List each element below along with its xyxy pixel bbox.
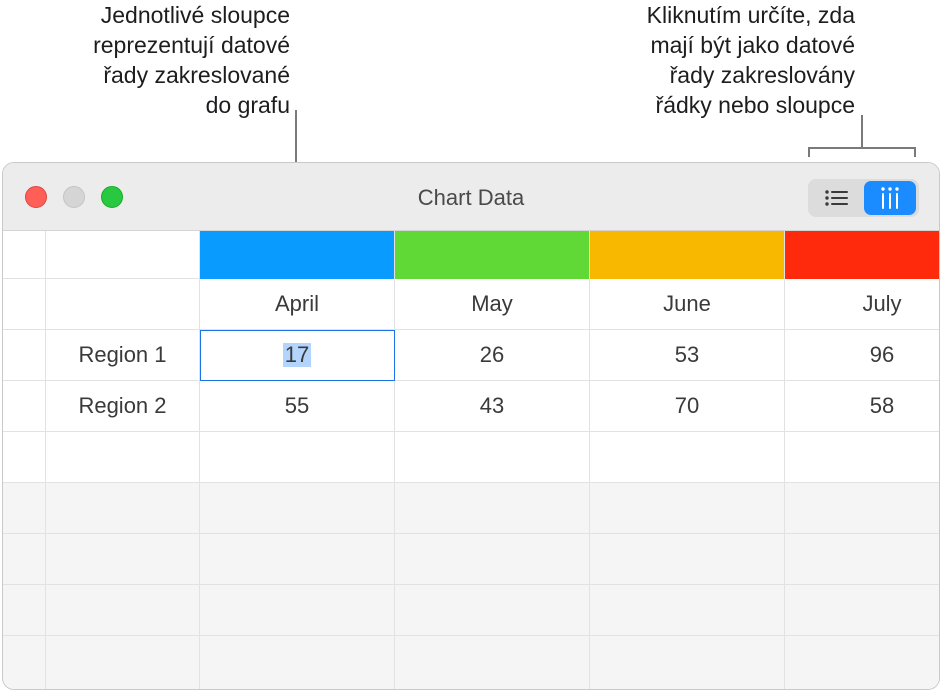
- callout-line: řady zakreslované: [103, 62, 290, 88]
- empty-cell: [46, 585, 200, 636]
- cell-value: 17: [282, 342, 312, 367]
- empty-cell: [785, 585, 939, 636]
- title-bar: Chart Data: [3, 163, 939, 231]
- columns-icon: [881, 187, 899, 209]
- empty-cell: [46, 534, 200, 585]
- empty-cell[interactable]: [46, 432, 200, 483]
- corner-cell: [46, 231, 200, 279]
- data-cell[interactable]: 26: [395, 330, 590, 381]
- gutter-cell: [3, 636, 46, 689]
- callout-series-columns: Jednotlivé sloupce reprezentují datové ř…: [93, 0, 290, 120]
- plot-rows-button[interactable]: [811, 181, 863, 215]
- empty-cell: [395, 534, 590, 585]
- empty-cell: [395, 585, 590, 636]
- gutter-cell: [3, 432, 46, 483]
- column-header[interactable]: July: [785, 279, 939, 330]
- empty-cell: [200, 483, 395, 534]
- window-title: Chart Data: [417, 185, 525, 210]
- empty-cell: [46, 636, 200, 689]
- row-header[interactable]: Region 1: [46, 330, 200, 381]
- empty-cell: [785, 483, 939, 534]
- empty-cell[interactable]: [395, 432, 590, 483]
- series-color-swatch[interactable]: [395, 231, 590, 279]
- empty-cell: [785, 534, 939, 585]
- callout-plot-toggle: Kliknutím určíte, zda mají být jako dato…: [647, 0, 855, 120]
- callout-line: Kliknutím určíte, zda: [646, 2, 855, 28]
- empty-cell[interactable]: [200, 432, 395, 483]
- plot-toggle: [808, 179, 919, 217]
- data-cell[interactable]: 58: [785, 381, 939, 432]
- empty-cell: [590, 585, 785, 636]
- callout-line: do grafu: [205, 92, 290, 118]
- empty-cell: [590, 483, 785, 534]
- callout-bracket-end: [808, 147, 810, 157]
- empty-cell: [785, 636, 939, 689]
- empty-cell[interactable]: [785, 432, 939, 483]
- data-cell[interactable]: 55: [200, 381, 395, 432]
- callout-line: řádky nebo sloupce: [655, 92, 855, 118]
- data-cell[interactable]: 43: [395, 381, 590, 432]
- empty-cell: [200, 534, 395, 585]
- data-cell[interactable]: 96: [785, 330, 939, 381]
- column-header[interactable]: April: [200, 279, 395, 330]
- gutter-cell: [3, 279, 46, 330]
- empty-cell: [395, 483, 590, 534]
- series-color-swatch[interactable]: [200, 231, 395, 279]
- empty-cell: [46, 483, 200, 534]
- data-table: April May June July Region 1 17 26 53 96…: [3, 231, 939, 689]
- gutter-cell: [3, 585, 46, 636]
- data-cell[interactable]: 70: [590, 381, 785, 432]
- column-header[interactable]: May: [395, 279, 590, 330]
- row-header[interactable]: Region 2: [46, 381, 200, 432]
- corner-cell[interactable]: [46, 279, 200, 330]
- callout-bracket: [808, 147, 916, 149]
- chart-data-window: Chart Data April May June July Region 1 …: [2, 162, 940, 690]
- gutter-cell: [3, 381, 46, 432]
- callout-line: Jednotlivé sloupce: [100, 2, 290, 28]
- callout-line: mají být jako datové: [650, 32, 855, 58]
- data-cell[interactable]: 53: [590, 330, 785, 381]
- gutter-cell: [3, 330, 46, 381]
- empty-cell: [200, 636, 395, 689]
- rows-icon: [825, 190, 848, 206]
- callout-line: reprezentují datové: [93, 32, 290, 58]
- empty-cell[interactable]: [590, 432, 785, 483]
- callout-line: řady zakreslovány: [669, 62, 855, 88]
- gutter-cell: [3, 534, 46, 585]
- series-color-swatch[interactable]: [785, 231, 939, 279]
- gutter-cell: [3, 231, 46, 279]
- callout-leader-line: [861, 115, 863, 148]
- plot-columns-button[interactable]: [864, 181, 916, 215]
- column-header[interactable]: June: [590, 279, 785, 330]
- callout-bracket-end: [914, 147, 916, 157]
- empty-cell: [590, 534, 785, 585]
- empty-cell: [200, 585, 395, 636]
- empty-cell: [590, 636, 785, 689]
- data-cell-selected[interactable]: 17: [200, 330, 395, 381]
- empty-cell: [395, 636, 590, 689]
- gutter-cell: [3, 483, 46, 534]
- series-color-swatch[interactable]: [590, 231, 785, 279]
